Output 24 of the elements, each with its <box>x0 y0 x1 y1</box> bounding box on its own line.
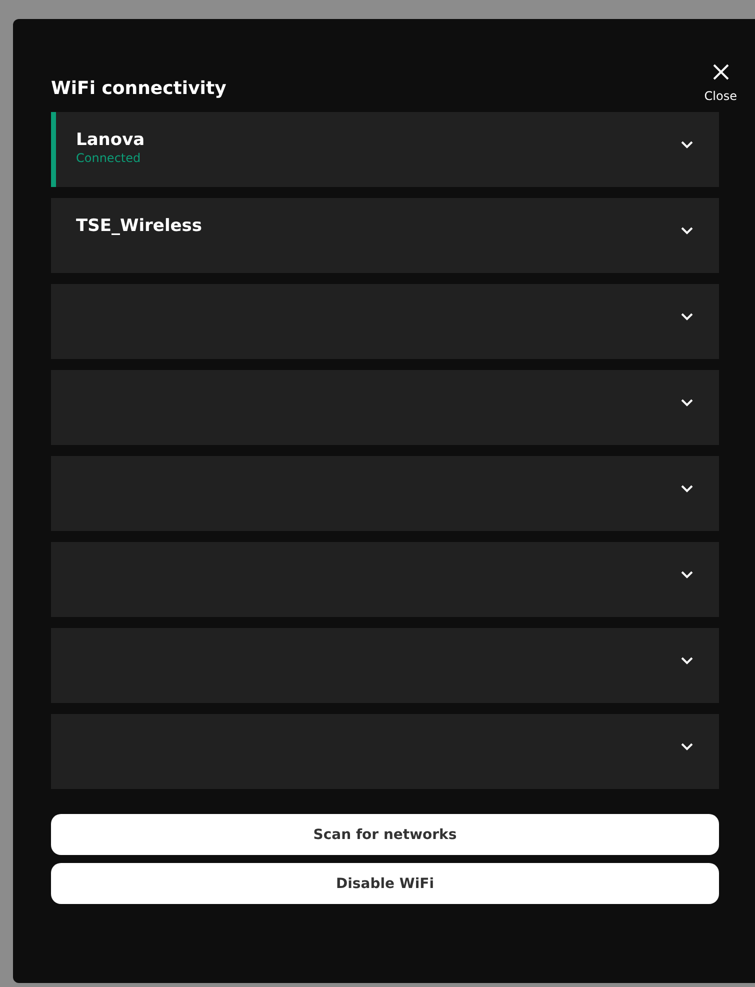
connection-status: Connected <box>76 151 142 165</box>
close-button[interactable]: Close <box>704 63 737 103</box>
chevron-icon <box>681 485 693 493</box>
network-row[interactable] <box>51 628 719 703</box>
network-name: Lanova <box>76 129 145 151</box>
chevron-icon <box>681 399 693 407</box>
scan-button[interactable]: Scan for networks <box>51 814 719 855</box>
network-name: TSE_Wireless <box>76 215 202 237</box>
disable-button[interactable]: Disable WiFi <box>51 863 719 904</box>
network-row[interactable] <box>51 370 719 445</box>
chevron-icon <box>681 227 693 235</box>
network-row[interactable]: Lanova Connected <box>51 112 719 187</box>
chevron-icon <box>681 657 693 665</box>
chevron-icon <box>681 743 693 751</box>
chevron-icon <box>681 313 693 321</box>
network-row[interactable] <box>51 456 719 531</box>
chevron-icon <box>681 571 693 579</box>
network-row[interactable] <box>51 542 719 617</box>
network-row[interactable]: TSE_Wireless <box>51 198 719 273</box>
network-row[interactable] <box>51 714 719 789</box>
chevron-icon <box>681 141 693 149</box>
close-icon <box>712 63 730 81</box>
network-row[interactable] <box>51 284 719 359</box>
dialog-title: WiFi connectivity <box>51 78 226 99</box>
